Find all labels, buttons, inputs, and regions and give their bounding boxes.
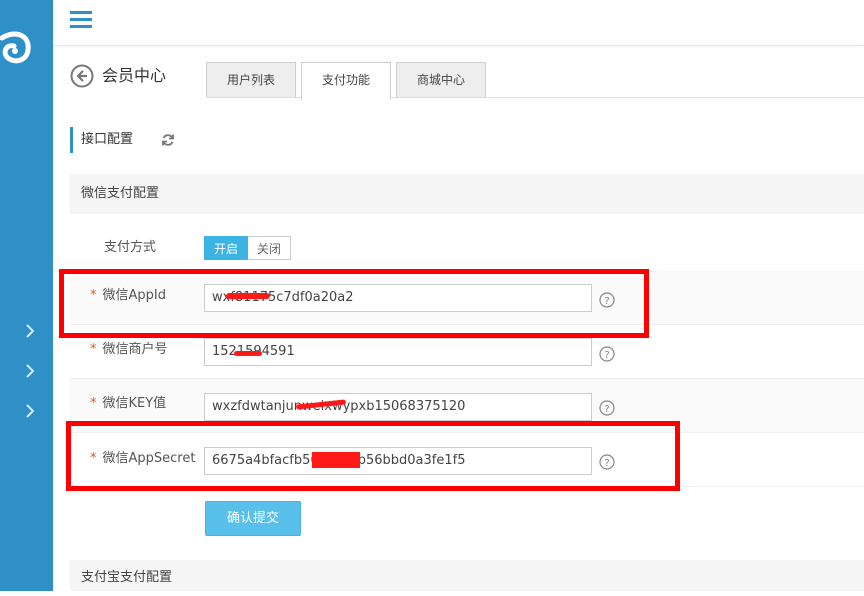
- svg-text:?: ?: [604, 404, 609, 415]
- required-mark: *: [90, 342, 97, 357]
- submit-button[interactable]: 确认提交: [205, 501, 301, 536]
- app-logo-icon[interactable]: [0, 20, 40, 80]
- annotation-box: [66, 421, 680, 491]
- pay-mode-row: 支付方式: [70, 220, 864, 270]
- hamburger-menu-icon[interactable]: [70, 10, 92, 30]
- wechat-pay-group-title: 微信支付配置: [70, 174, 864, 214]
- tab-payment[interactable]: 支付功能: [301, 62, 391, 99]
- redaction-mark: [234, 351, 262, 356]
- merchant-id-label-text: 微信商户号: [102, 342, 168, 357]
- back-arrow-circle-icon[interactable]: [70, 64, 94, 88]
- annotation-box: [59, 269, 649, 338]
- pay-mode-label: 支付方式: [104, 240, 157, 255]
- pay-mode-toggle[interactable]: 开启 关闭: [204, 236, 292, 260]
- chevron-right-icon[interactable]: [22, 323, 38, 339]
- svg-text:?: ?: [604, 350, 609, 361]
- chevron-right-icon[interactable]: [22, 403, 38, 419]
- top-bar: [53, 0, 864, 46]
- redaction-mark: [312, 452, 360, 468]
- question-circle-icon[interactable]: ?: [599, 346, 615, 362]
- merchant-id-input[interactable]: 1521594591: [204, 338, 592, 366]
- merchant-id-label: * 微信商户号: [90, 340, 168, 360]
- refresh-icon[interactable]: [161, 133, 175, 147]
- alipay-group-title: 支付宝支付配置: [70, 560, 864, 591]
- tab-user-list[interactable]: 用户列表: [206, 62, 296, 97]
- key-label-text: 微信KEY值: [102, 396, 167, 411]
- tab-mall-center[interactable]: 商城中心: [396, 62, 486, 97]
- sidebar: [0, 0, 53, 591]
- required-mark: *: [90, 396, 97, 411]
- key-label: * 微信KEY值: [90, 394, 166, 414]
- toggle-on-button[interactable]: 开启: [204, 236, 249, 260]
- question-circle-icon[interactable]: ?: [599, 400, 615, 416]
- chevron-right-icon[interactable]: [22, 363, 38, 379]
- page-title: 会员中心: [102, 66, 167, 85]
- redaction-mark: [226, 293, 270, 299]
- section-header: 接口配置: [70, 127, 174, 153]
- toggle-off-button[interactable]: 关闭: [248, 236, 292, 260]
- key-input[interactable]: wxzfdwtanjunweixwypxb15068375120: [204, 393, 592, 421]
- section-title: 接口配置: [81, 132, 134, 147]
